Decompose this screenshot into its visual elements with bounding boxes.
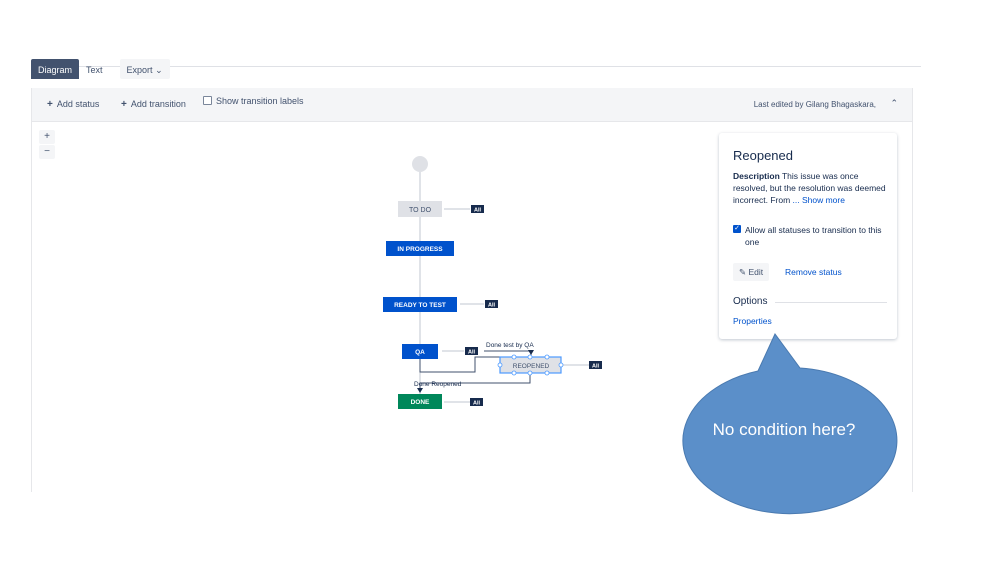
callout-text: No condition here? bbox=[712, 420, 856, 439]
speech-bubble bbox=[682, 333, 898, 515]
